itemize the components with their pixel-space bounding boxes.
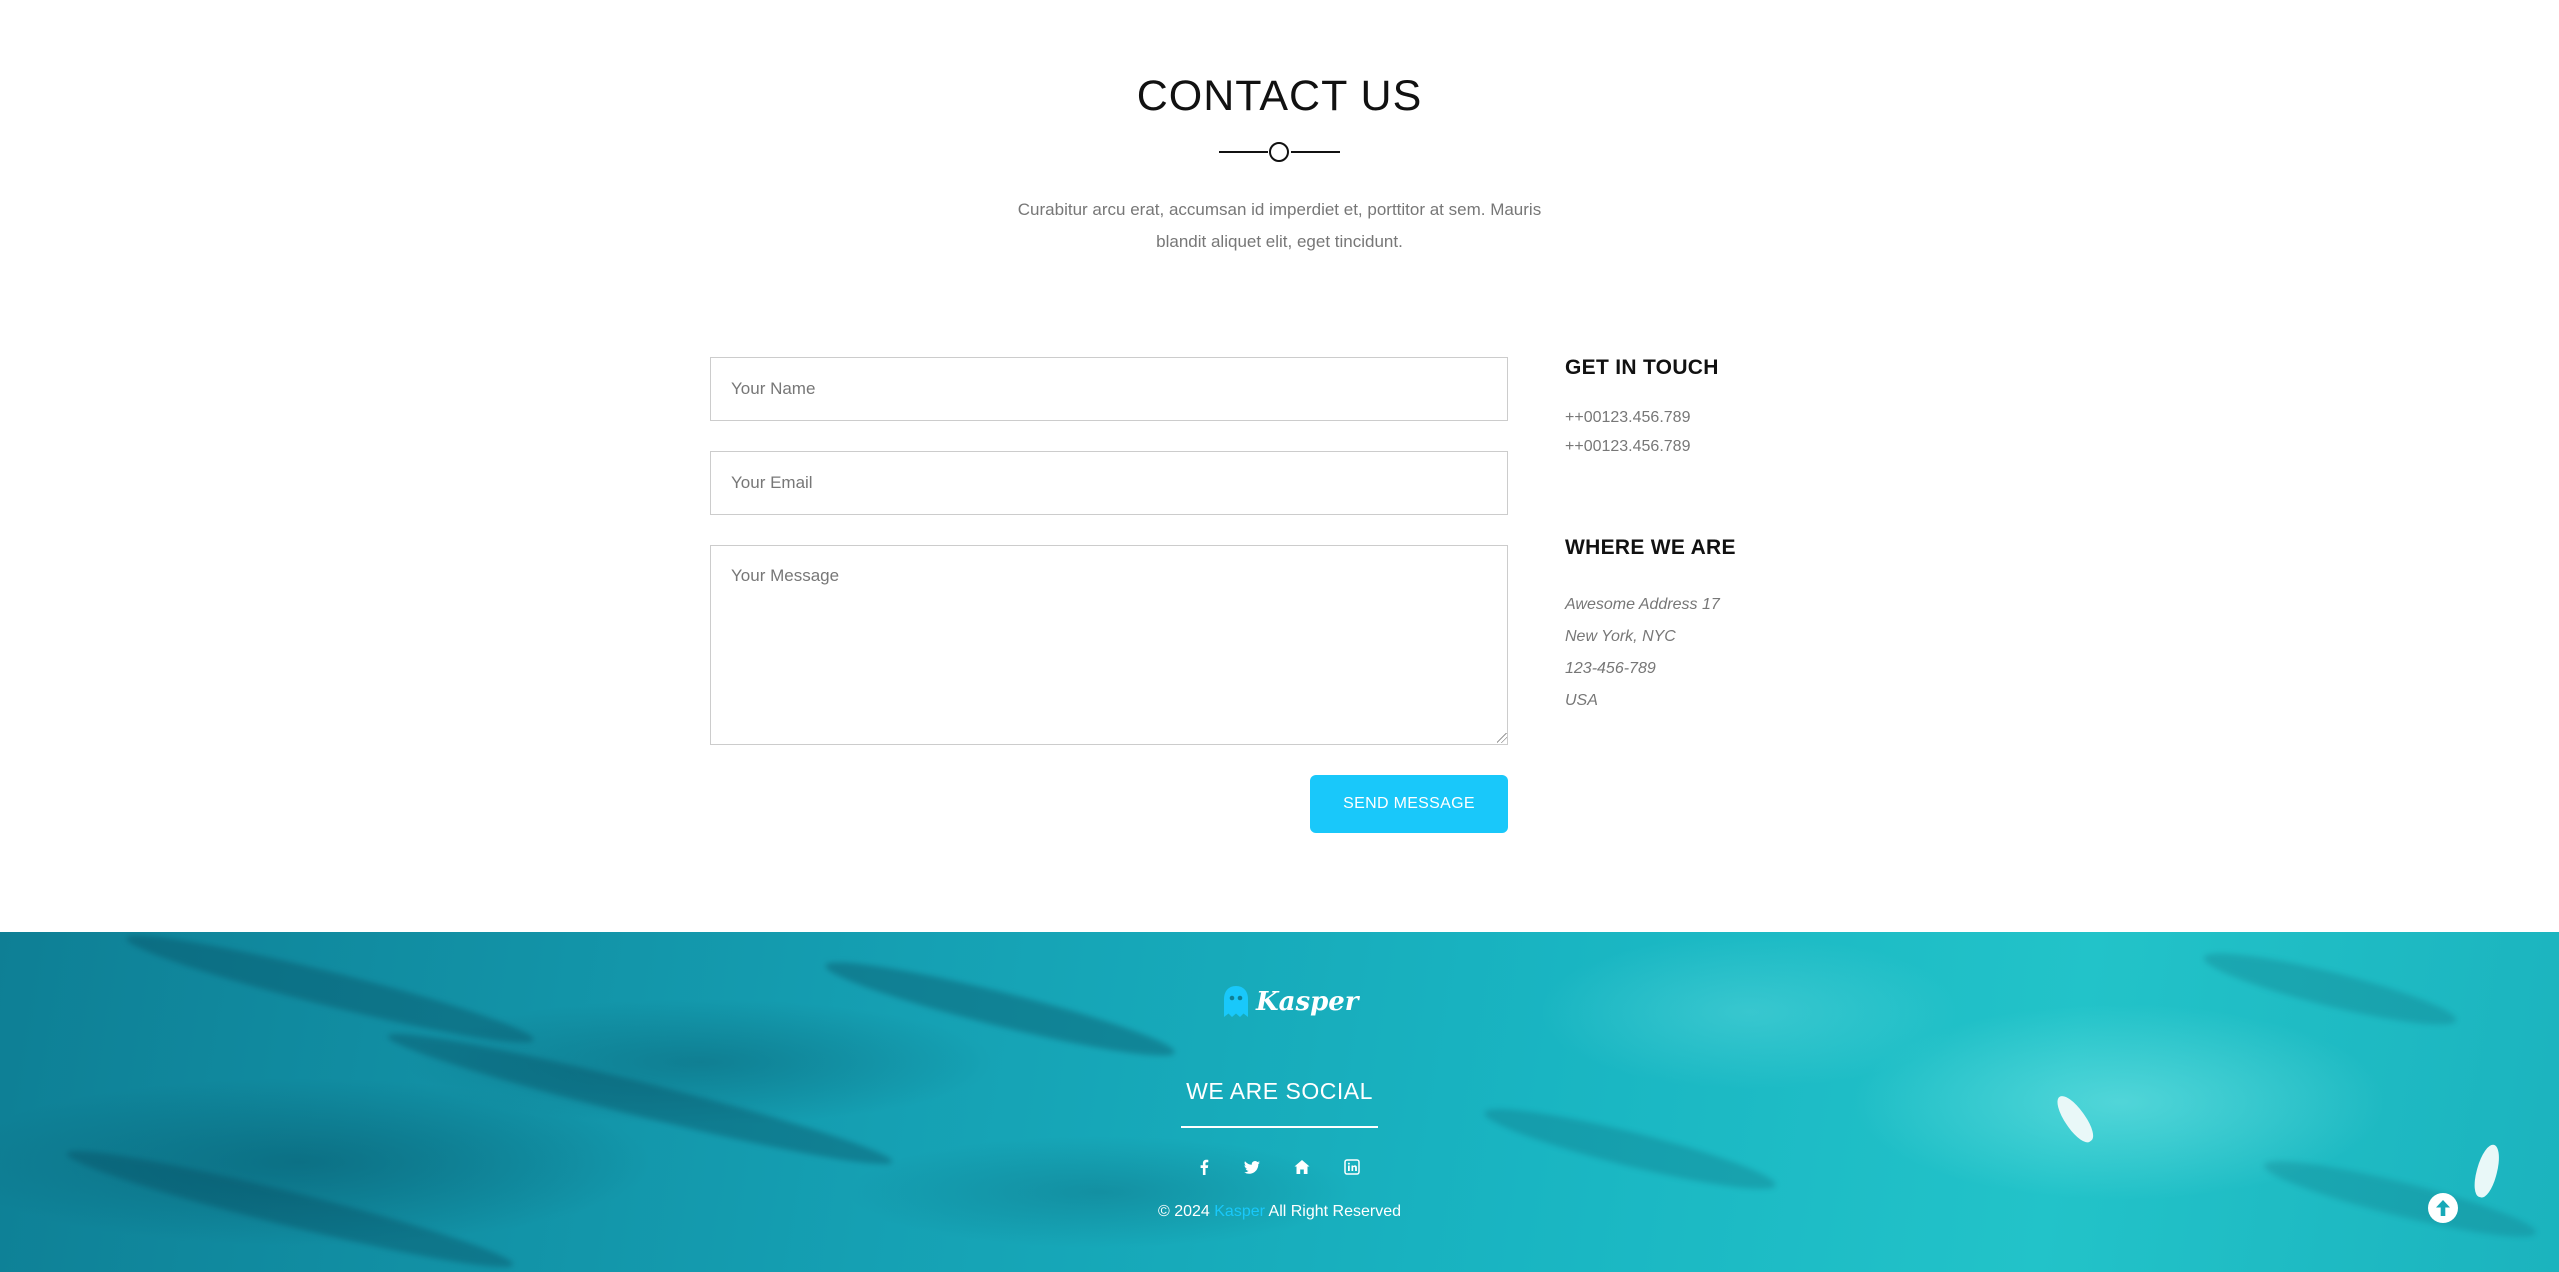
name-input[interactable] [710, 357, 1508, 421]
phone-number: ++00123.456.789 [1565, 409, 1691, 426]
get-in-touch-heading: GET IN TOUCH [1565, 356, 1719, 379]
address-line: USA [1565, 692, 1598, 709]
address-line: Awesome Address 17 [1565, 596, 1720, 613]
home-icon[interactable] [1290, 1155, 1314, 1179]
arrow-up-circle-icon [2428, 1193, 2458, 1223]
contact-section: CONTACT US Curabitur arcu erat, accumsan… [0, 0, 2559, 932]
copyright-text: © 2024 Kasper All Right Reserved [1157, 1203, 1402, 1220]
social-title: WE ARE SOCIAL [1186, 1078, 1373, 1104]
phone-number: ++00123.456.789 [1565, 438, 1691, 455]
linkedin-icon[interactable] [1340, 1155, 1364, 1179]
where-we-are-heading: WHERE WE ARE [1565, 536, 1736, 559]
facebook-icon[interactable] [1192, 1155, 1216, 1179]
section-intro: Curabitur arcu erat, accumsan id imperdi… [1017, 200, 1542, 251]
boat-image [2470, 1142, 2504, 1200]
send-message-button[interactable]: SEND MESSAGE [1310, 775, 1508, 833]
section-title: CONTACT US [1136, 72, 1423, 120]
address-line: New York, NYC [1565, 628, 1676, 645]
email-input[interactable] [710, 451, 1508, 515]
scroll-to-top-button[interactable] [2427, 1192, 2459, 1224]
logo-text: Kasper [1256, 987, 1359, 1017]
address-line: 123-456-789 [1565, 660, 1656, 677]
footer-logo[interactable]: Kasper [1222, 982, 1359, 1022]
boat-image [2051, 1091, 2099, 1147]
textarea-resize-handle[interactable] [1497, 733, 1507, 743]
divider-circle-icon [1269, 142, 1289, 162]
copyright-brand-link[interactable]: Kasper [1214, 1203, 1265, 1220]
social-divider [1181, 1126, 1378, 1128]
twitter-icon[interactable] [1240, 1155, 1264, 1179]
title-divider [1219, 141, 1340, 163]
ghost-icon [1224, 986, 1248, 1017]
message-textarea[interactable] [710, 545, 1508, 745]
